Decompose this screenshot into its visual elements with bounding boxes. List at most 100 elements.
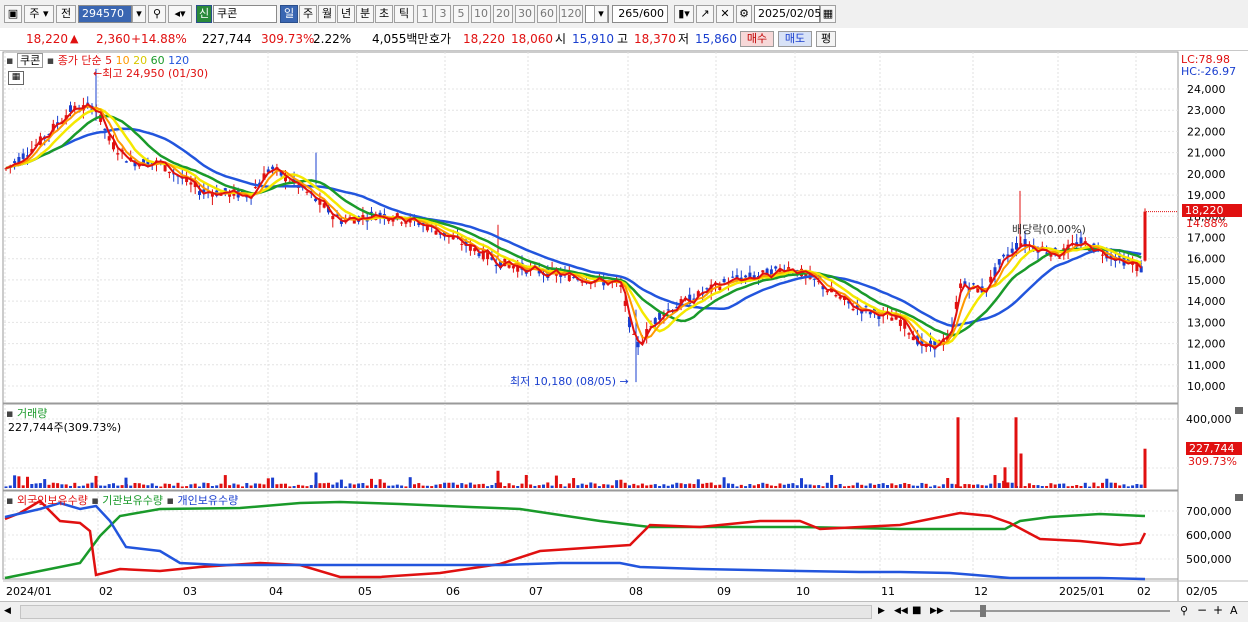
interval-30[interactable]: 30 [515, 5, 535, 23]
forward-icon[interactable]: ▶▶ [930, 604, 944, 618]
rewind-icon[interactable]: ◀◀ [894, 604, 908, 618]
volume-bar [1113, 482, 1117, 488]
candle-body [972, 283, 975, 285]
sell-button[interactable]: 매도 [778, 31, 812, 47]
volume-bar [331, 484, 335, 488]
date-field[interactable]: 2025/02/05 [754, 5, 821, 23]
volume-bar [550, 485, 554, 488]
volume-bar [43, 479, 47, 488]
volume-bar [537, 485, 541, 488]
candle-body [890, 317, 894, 321]
volume-bar [761, 482, 765, 488]
volume-bar [1053, 484, 1057, 488]
interval-120[interactable]: 120 [559, 5, 583, 23]
window-icon[interactable]: ▣ [4, 5, 22, 23]
open-price: 15,910 [572, 32, 614, 46]
zoom-thumb[interactable] [980, 605, 986, 617]
x-tick-label: 05 [358, 585, 372, 598]
volume-bar [649, 484, 653, 488]
volume-bar [877, 483, 881, 488]
volume-bar [916, 485, 920, 488]
panel-menu-icon[interactable]: ▪ [47, 54, 54, 67]
volume-bar [808, 484, 812, 488]
period-minute[interactable]: 분 [356, 5, 374, 23]
scroll-right-icon[interactable]: ▶ [878, 604, 892, 618]
stop-icon[interactable]: ■ [912, 604, 926, 618]
volume-bar [683, 484, 687, 488]
zoom-out-icon[interactable]: − [1197, 603, 1207, 617]
volume-bar [800, 478, 803, 488]
search-icon[interactable]: ⚲ [148, 5, 166, 23]
volume-bar [606, 484, 610, 488]
interval-1[interactable]: 1 [417, 5, 433, 23]
grid-icon[interactable]: ▦ [8, 71, 24, 85]
interval-5[interactable]: 5 [453, 5, 469, 23]
volume-bar [890, 483, 894, 488]
holding-panel-header: ▪ 외국인보유수량 ▪ 기관보유수량 ▪ 개인보유수량 [6, 492, 238, 508]
candle-body [1058, 257, 1061, 259]
interval-3[interactable]: 3 [435, 5, 451, 23]
stock-name-field[interactable]: 쿠콘 [213, 5, 277, 23]
interval-dropdown-icon[interactable]: ▾ [594, 5, 608, 23]
volume-bar [830, 475, 834, 488]
period-year[interactable]: 년 [337, 5, 355, 23]
scroll-left-icon[interactable]: ◀ [4, 605, 16, 617]
volume-bar [318, 483, 322, 488]
volume-bar [645, 485, 649, 488]
count-field[interactable]: 265/600 [612, 5, 668, 23]
volume-bar [597, 486, 601, 488]
crosshair-icon[interactable]: ✕ [716, 5, 734, 23]
buy-button[interactable]: 매수 [740, 31, 774, 47]
volume-bar [387, 485, 391, 488]
chart-area[interactable]: 24,00023,00022,00021,00020,00019,00018,0… [0, 51, 1248, 621]
auto-scale-icon[interactable]: A [1230, 604, 1238, 617]
volume-bar [271, 477, 275, 488]
volume-bar [542, 484, 545, 488]
period-week[interactable]: 주 [299, 5, 317, 23]
panel-menu-icon[interactable]: ▪ [6, 54, 13, 67]
volume-bar [185, 486, 189, 488]
zoom-in-icon[interactable]: + [1213, 603, 1223, 617]
interval-20[interactable]: 20 [493, 5, 513, 23]
speaker-icon[interactable]: ◂▾ [168, 5, 192, 23]
volume-bar [103, 485, 107, 488]
volume-bar [907, 484, 911, 488]
period-month[interactable]: 월 [318, 5, 336, 23]
price-tick-label: 24,000 [1187, 83, 1226, 96]
market-select[interactable]: 주 ▾ [24, 5, 54, 23]
interval-60[interactable]: 60 [537, 5, 557, 23]
volume-bar [572, 478, 576, 488]
zoom-search-icon[interactable]: ⚲ [1180, 604, 1188, 617]
period-second[interactable]: 초 [375, 5, 393, 23]
scrollbar-track[interactable] [20, 605, 872, 619]
volume-bar [438, 484, 442, 488]
calendar-icon[interactable]: ▦ [820, 5, 836, 23]
last-volume-tag: 227,744 [1186, 442, 1242, 455]
draw-tool-icon[interactable]: ↗ [696, 5, 714, 23]
candle-body [997, 259, 1001, 265]
panel-menu-icon[interactable]: ▪ [6, 494, 13, 507]
volume-bar [843, 486, 846, 488]
volume-bar [172, 485, 176, 488]
code-input[interactable]: 294570 [78, 5, 132, 23]
volume-bar [950, 483, 954, 488]
volume-bar [886, 485, 889, 488]
candle-type-icon[interactable]: ▮▾ [674, 5, 694, 23]
volume-bar [51, 482, 55, 488]
volume-bar [322, 483, 326, 488]
volume-bar [520, 483, 524, 488]
interval-10[interactable]: 10 [471, 5, 491, 23]
foreign-label: 외국인보유수량 [16, 494, 88, 507]
new-badge: 신 [196, 5, 212, 23]
avg-button[interactable]: 평 [816, 31, 836, 47]
bid-price: 18,060 [511, 32, 553, 46]
panel-menu-icon[interactable]: ▪ [167, 494, 174, 507]
panel-menu-icon[interactable]: ▪ [91, 494, 98, 507]
period-tick[interactable]: 틱 [394, 5, 414, 23]
volume-bar [864, 485, 868, 488]
gear-icon[interactable]: ⚙ [736, 5, 752, 23]
code-dropdown-icon[interactable]: ▾ [132, 5, 146, 23]
volume-bar [327, 482, 330, 488]
period-day[interactable]: 일 [280, 5, 298, 23]
prev-button[interactable]: 전 [56, 5, 76, 23]
